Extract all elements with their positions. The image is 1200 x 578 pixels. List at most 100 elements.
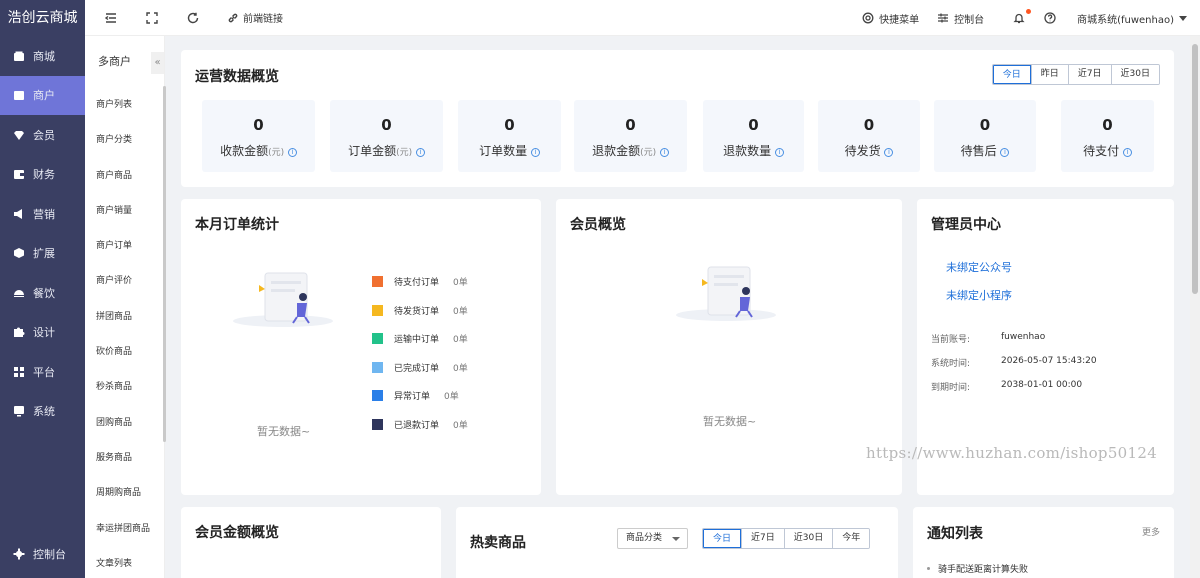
shop-icon (13, 50, 25, 62)
sidebar-item-9[interactable]: 系统 (0, 392, 85, 432)
subbar-item[interactable]: 服务商品 (85, 441, 164, 476)
sidebar-item-8[interactable]: 平台 (0, 352, 85, 392)
stat-label: 订单数量 i (458, 142, 561, 159)
collapse-icon[interactable]: « (151, 52, 164, 74)
sidebar-item-label: 平台 (33, 365, 55, 379)
empty-illustration (233, 272, 333, 327)
info-icon[interactable]: i (287, 148, 297, 157)
stat-label: 退款金额(元) i (574, 142, 687, 159)
sidebar-item-0[interactable]: 商城 (0, 36, 85, 76)
legend-item: 已退款订单 0单 (372, 418, 468, 431)
dish-icon (13, 287, 25, 299)
console-label: 控制台 (954, 14, 985, 26)
info-icon[interactable]: i (1000, 148, 1010, 157)
sidebar-item-label: 设计 (33, 326, 55, 340)
info-icon[interactable]: i (1122, 148, 1132, 157)
stat-label: 订单金额(元) i (330, 142, 443, 159)
refresh-icon[interactable] (186, 11, 200, 25)
sidebar-item-console[interactable]: 控制台 (0, 535, 85, 575)
subbar-item[interactable]: 周期购商品 (85, 476, 164, 511)
sidebar-item-label: 商户 (33, 89, 55, 103)
account-label: 商城系统(fuwenhao) (1077, 14, 1174, 26)
sidebar-item-3[interactable]: 财务 (0, 155, 85, 195)
legend-swatch (372, 361, 383, 373)
range-button[interactable]: 近7日 (1067, 65, 1111, 84)
legend-swatch (372, 276, 383, 287)
menu-fold-icon[interactable] (104, 11, 118, 25)
subbar-item[interactable]: 商户商品 (85, 159, 164, 194)
sidebar-item-6[interactable]: 餐饮 (0, 273, 85, 313)
sidebar-item-2[interactable]: 会员 (0, 115, 85, 155)
range-button[interactable]: 昨日 (1030, 65, 1068, 84)
monthly-orders-card: 本月订单统计 暂无数据~ 待支付订单 0单 待发货订单 0单 运输中订单 0单 已完成订单 0… (181, 199, 541, 495)
legend-item: 待支付订单 0单 (372, 275, 468, 288)
subbar-item[interactable]: 商户评价 (85, 264, 164, 299)
console-button[interactable]: 控制台 (937, 11, 984, 26)
info-icon[interactable]: i (659, 148, 669, 157)
subbar-item[interactable]: 商户列表 (85, 88, 164, 123)
stat-value: 0 (863, 116, 875, 134)
stat-tile: 0 收款金额(元) i (202, 100, 315, 172)
subbar-item[interactable]: 商户分类 (85, 123, 164, 158)
bind-mini-program-link[interactable]: 未绑定小程序 (946, 287, 1012, 303)
merchant-icon (13, 89, 25, 101)
stat-tile: 0 退款数量 i (703, 100, 804, 172)
member-overview-card: 会员概览 暂无数据~ (556, 199, 902, 495)
stat-tile: 0 订单数量 i (458, 100, 561, 172)
subbar-item[interactable]: 文章列表 (85, 547, 164, 578)
sidebar-item-7[interactable]: 设计 (0, 313, 85, 353)
info-icon[interactable]: i (415, 148, 425, 157)
expire-time-value: 2038-01-01 00:00 (1001, 380, 1083, 390)
stat-unit: (元) (396, 148, 413, 158)
system-time-key: 系统时间: (931, 359, 971, 369)
notification-button[interactable] (1013, 9, 1032, 24)
info-icon[interactable]: i (774, 148, 784, 157)
help-button[interactable] (1044, 12, 1061, 24)
legend-swatch (372, 418, 383, 430)
grid-icon (13, 366, 25, 378)
quick-menu-button[interactable]: 快捷菜单 (862, 11, 919, 26)
megaphone-icon (13, 208, 25, 220)
subbar-item[interactable]: 幸运拼团商品 (85, 512, 164, 547)
subbar-item[interactable]: 秒杀商品 (85, 370, 164, 405)
range-button[interactable]: 今年 (832, 529, 870, 548)
sidebar-item-1[interactable]: 商户 (0, 75, 85, 115)
range-button[interactable]: 近30日 (1110, 65, 1159, 84)
info-icon[interactable]: i (530, 148, 540, 157)
empty-illustration (676, 266, 776, 321)
front-link[interactable]: 前端链接 (226, 10, 283, 25)
info-icon[interactable]: i (884, 148, 894, 157)
subbar-item[interactable]: 拼团商品 (85, 300, 164, 335)
subbar-item[interactable]: 团购商品 (85, 406, 164, 441)
legend-swatch (372, 304, 383, 316)
subbar-item[interactable]: 商户销量 (85, 194, 164, 229)
monthly-orders-empty: 暂无数据~ (257, 425, 311, 438)
overview-card: 运营数据概览 今日 昨日 近7日 近30日 0 收款金额(元) i 0 订单金额(元) i0… (181, 50, 1174, 187)
more-link[interactable]: 更多 (1142, 525, 1160, 538)
brand-logo[interactable]: 浩创云商城 (0, 0, 85, 36)
stat-value: 0 (504, 116, 515, 134)
scrollbar-thumb[interactable] (1192, 44, 1198, 294)
wallet-icon (13, 168, 25, 180)
subbar-item[interactable]: 商户订单 (85, 229, 164, 264)
range-button[interactable]: 今日 (703, 529, 742, 548)
subbar-item[interactable]: 砍价商品 (85, 335, 164, 370)
sidebar-item-4[interactable]: 营销 (0, 194, 85, 234)
account-dropdown[interactable]: 商城系统(fuwenhao) (1077, 11, 1187, 26)
legend-count: 0单 (453, 420, 468, 431)
notification-item[interactable]: 骑手配送距离计算失败 (927, 562, 1028, 575)
hot-products-card: 热卖商品 商品分类 今日 近7日 近30日 今年 (456, 507, 898, 578)
legend-item: 运输中订单 0单 (372, 332, 468, 345)
main-scrollbar[interactable] (1190, 36, 1200, 578)
current-account-key: 当前账号: (931, 335, 971, 345)
stat-unit: (元) (640, 148, 657, 158)
stat-tile: 0 待售后 i (934, 100, 1036, 172)
diamond-icon (13, 129, 25, 141)
range-button[interactable]: 近7日 (741, 529, 784, 548)
fullscreen-icon[interactable] (145, 11, 159, 25)
range-button[interactable]: 今日 (992, 65, 1031, 84)
sidebar-item-5[interactable]: 扩展 (0, 234, 85, 274)
category-select[interactable]: 商品分类 (617, 528, 688, 549)
bind-official-account-link[interactable]: 未绑定公众号 (946, 259, 1012, 275)
range-button[interactable]: 近30日 (783, 529, 833, 548)
